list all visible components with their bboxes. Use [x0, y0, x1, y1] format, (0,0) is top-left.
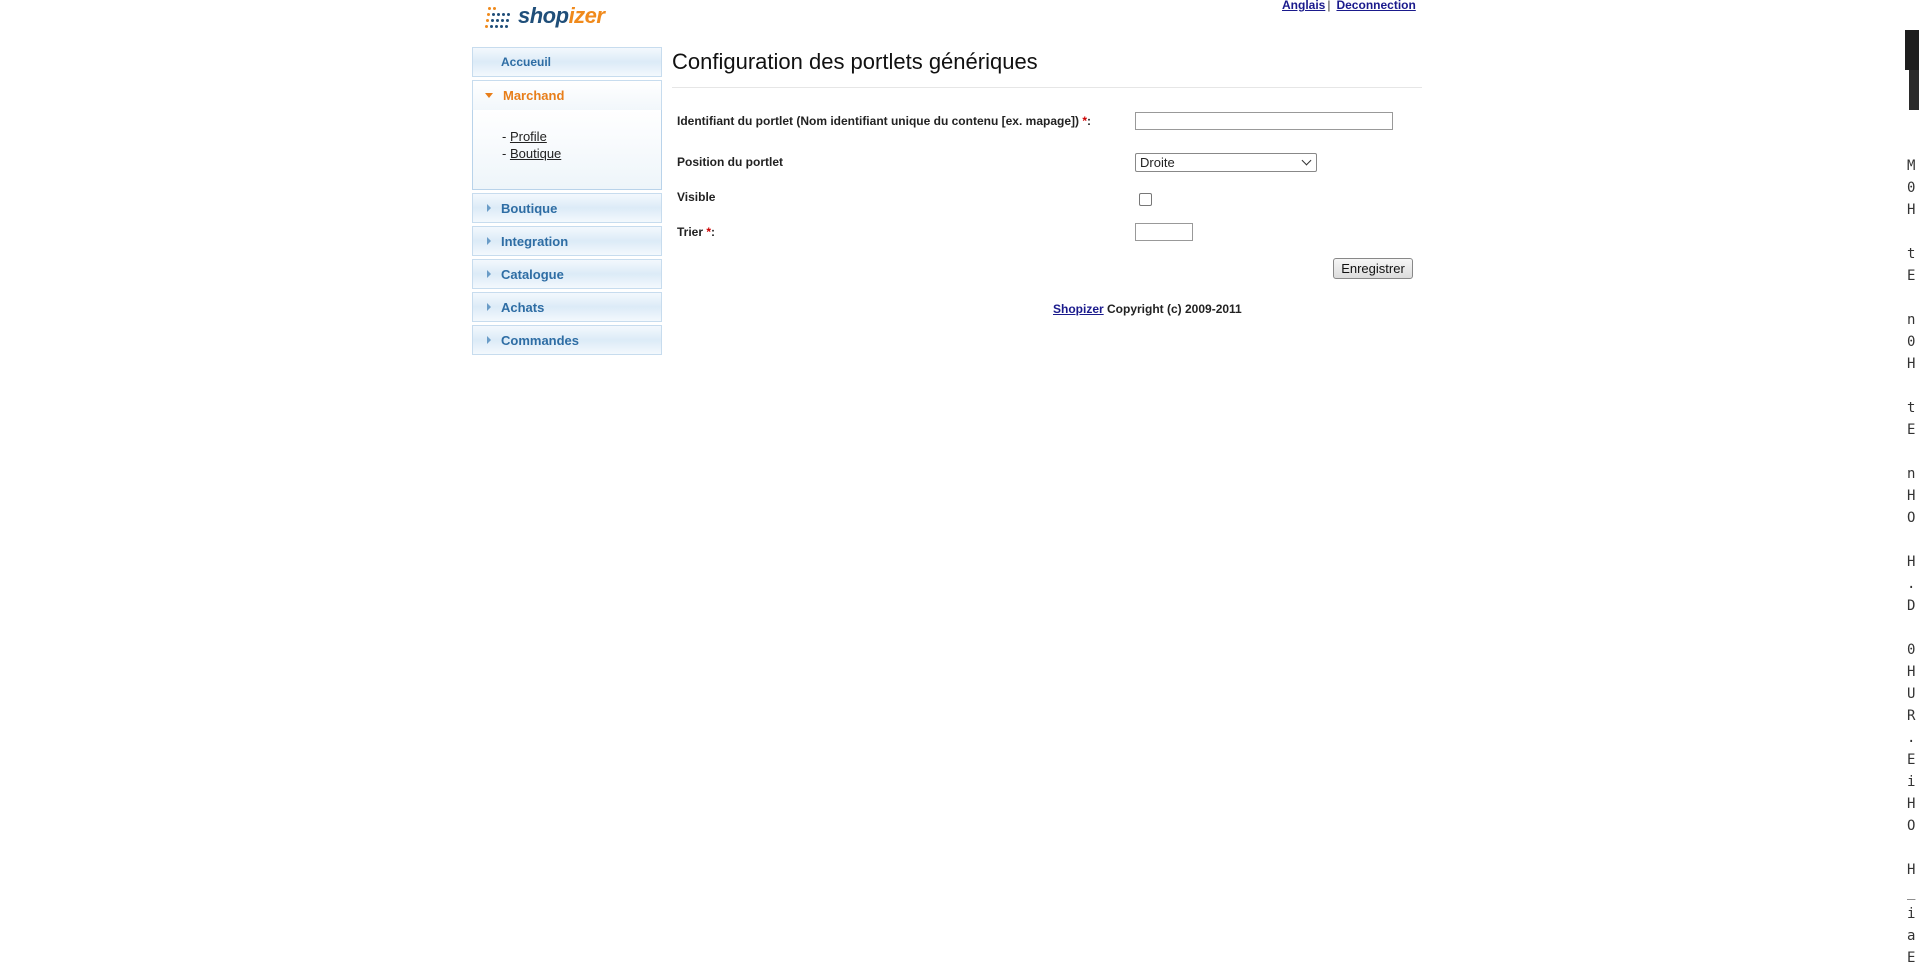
sidebar-section-label: Catalogue — [501, 266, 564, 282]
sidebar-item-home[interactable]: Accueuil — [472, 47, 662, 77]
logo-dot — [507, 13, 510, 16]
logo-dot — [491, 19, 494, 22]
sidebar-section-catalog[interactable]: Catalogue — [472, 259, 662, 289]
shopizer-logo[interactable]: shopizer — [482, 0, 605, 34]
logo-dot — [488, 7, 491, 10]
chevron-down-icon — [1301, 155, 1312, 166]
footer: Shopizer Copyright (c) 2009-2011 — [1053, 302, 1242, 316]
logo-dot — [492, 13, 495, 16]
submenu-link-profile[interactable]: Profile — [510, 129, 547, 144]
sidebar-section-merchant[interactable]: Marchand — [472, 80, 662, 110]
visible-label: Visible — [677, 190, 716, 204]
portlet-identifier-input[interactable] — [1135, 112, 1393, 130]
position-select-value: Droite — [1140, 155, 1175, 170]
logo-dot — [496, 19, 499, 22]
sidebar-section-label: Marchand — [503, 88, 565, 103]
visible-checkbox[interactable] — [1139, 193, 1152, 206]
collapsed-triangle-icon — [487, 336, 491, 344]
logo-dots-icon — [482, 2, 516, 32]
copyright-text: Copyright (c) 2009-2011 — [1107, 302, 1242, 316]
submenu-link-store[interactable]: Boutique — [510, 146, 561, 161]
sidebar-section-store[interactable]: Boutique — [472, 193, 662, 223]
identifier-label: Identifiant du portlet (Nom identifiant … — [677, 114, 1092, 128]
sidebar-section-label: Commandes — [501, 332, 580, 348]
sidebar-section-purchases[interactable]: Achats — [472, 292, 662, 322]
logo-dot — [490, 25, 493, 28]
terminal-text: M 0 H t E n 0 H t E n H O H . D 0 H U R … — [1907, 158, 1916, 966]
logo-dot — [506, 19, 509, 22]
sidebar-section-label: Integration — [501, 233, 569, 249]
terminal-tab — [1909, 70, 1919, 110]
sidebar-item-label: Accueuil — [501, 55, 552, 69]
language-link[interactable]: Anglais — [1282, 0, 1325, 12]
submenu-item: - Profile — [502, 129, 547, 144]
page-title: Configuration des portlets génériques — [672, 47, 1422, 88]
terminal-titlebar — [1905, 30, 1919, 70]
logo-text: shopizer — [518, 3, 605, 28]
sidebar-section-integration[interactable]: Integration — [472, 226, 662, 256]
sidebar-menu: Accueuil Marchand - Profile - Boutique B… — [472, 47, 662, 358]
logout-link[interactable]: Deconnection — [1336, 0, 1415, 12]
logo-dot — [505, 25, 508, 28]
collapsed-triangle-icon — [487, 270, 491, 278]
header-links: Anglais | Deconnection — [1282, 0, 1416, 12]
logo-dot — [486, 19, 489, 22]
sort-order-input[interactable] — [1135, 223, 1193, 241]
main-content: Configuration des portlets génériques Id… — [672, 47, 1422, 316]
expanded-triangle-icon — [485, 93, 493, 98]
submenu-item: - Boutique — [502, 146, 562, 161]
logo-dot — [487, 13, 490, 16]
collapsed-triangle-icon — [487, 237, 491, 245]
logo-dot — [497, 13, 500, 16]
logo-dot — [485, 25, 488, 28]
sidebar-section-orders[interactable]: Commandes — [472, 325, 662, 355]
merchant-submenu: - Profile - Boutique — [472, 110, 662, 190]
logo-dot — [500, 25, 503, 28]
shopizer-link[interactable]: Shopizer — [1053, 302, 1104, 316]
terminal-edge: M 0 H t E n 0 H t E n H O H . D 0 H U R … — [1905, 0, 1919, 966]
collapsed-triangle-icon — [487, 204, 491, 212]
logo-dot — [501, 19, 504, 22]
position-select[interactable]: Droite — [1135, 153, 1317, 172]
sidebar-section-label: Achats — [501, 299, 545, 315]
sidebar-section-label: Boutique — [501, 200, 558, 216]
save-button[interactable]: Enregistrer — [1333, 258, 1413, 279]
position-label: Position du portlet — [677, 155, 783, 169]
collapsed-triangle-icon — [487, 303, 491, 311]
logo-dot — [495, 25, 498, 28]
link-separator: | — [1327, 0, 1331, 12]
logo-dot — [502, 13, 505, 16]
logo-dot — [493, 7, 496, 10]
sort-label: Trier *: — [677, 225, 716, 239]
